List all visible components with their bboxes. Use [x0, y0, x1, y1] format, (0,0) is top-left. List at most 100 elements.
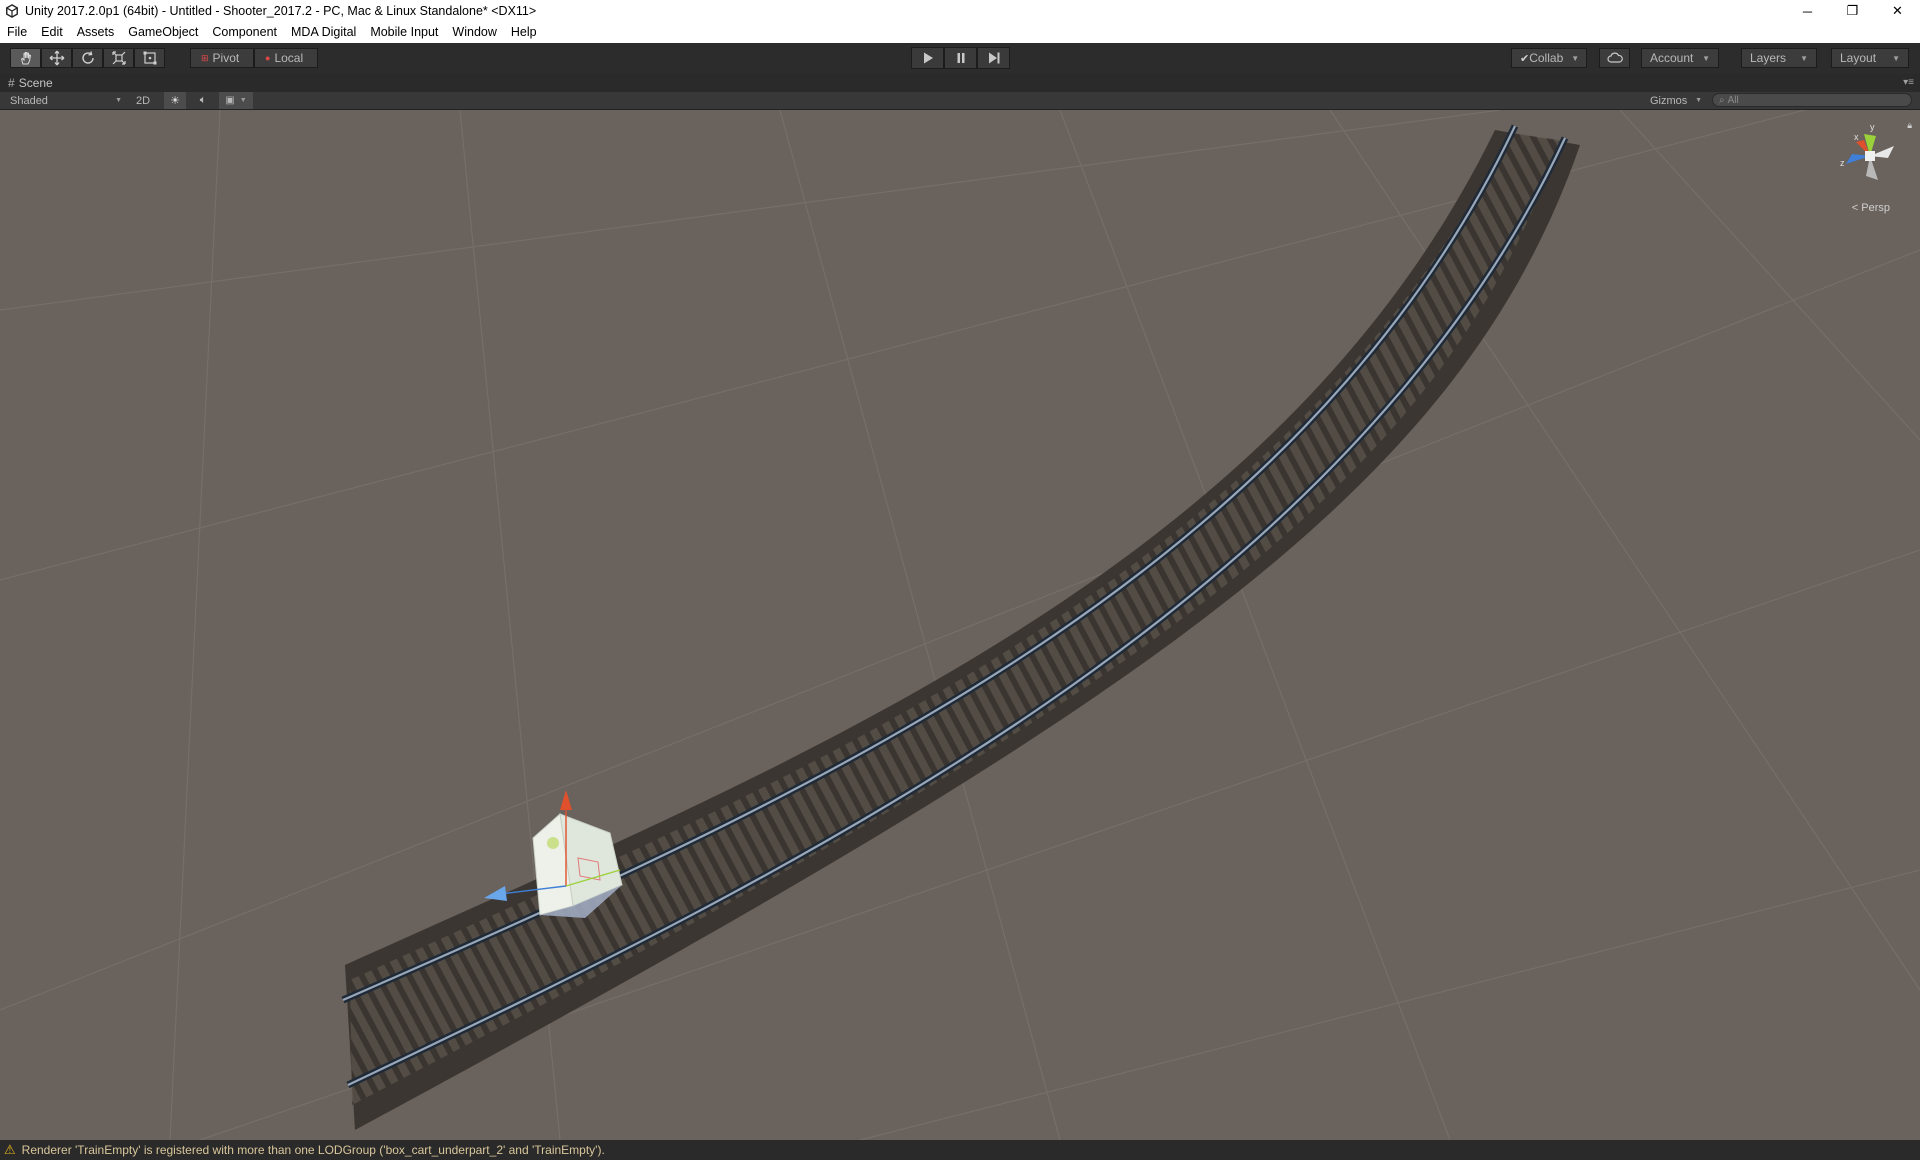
pause-button[interactable]	[944, 47, 977, 69]
collab-label: Collab	[1529, 51, 1564, 65]
hand-icon	[20, 52, 31, 65]
search-placeholder: All	[1727, 94, 1739, 106]
restore-button[interactable]: ❐	[1830, 0, 1875, 22]
effects-dropdown[interactable]: ▣ ▼	[219, 92, 253, 109]
unity-logo-icon	[5, 4, 19, 18]
chevron-down-icon: ▼	[115, 97, 122, 104]
rotate-tool-button[interactable]	[72, 48, 103, 68]
scene-render	[0, 110, 1920, 1140]
pivot-icon: ⊞	[201, 52, 209, 63]
shading-mode-dropdown[interactable]: Shaded ▼	[10, 92, 122, 109]
pause-icon	[957, 53, 964, 63]
rect-tool-button[interactable]	[134, 48, 165, 68]
window-title-bar: Unity 2017.2.0p1 (64bit) - Untitled - Sh…	[0, 0, 1920, 22]
speaker-icon: 🔈︎	[199, 94, 207, 106]
cloud-group	[1599, 48, 1630, 68]
projection-label: Persp	[1861, 202, 1890, 214]
gizmo-label-y: y	[1870, 122, 1875, 132]
search-icon: ⌕	[1719, 94, 1725, 106]
gizmos-dropdown[interactable]: Gizmos ▼	[1650, 92, 1702, 109]
menu-gameobject[interactable]: GameObject	[121, 22, 205, 43]
chevron-down-icon: ▼	[1892, 53, 1900, 63]
chevron-down-icon: ▼	[1695, 97, 1702, 104]
scale-icon	[111, 51, 126, 65]
layout-group: Layout ▼	[1831, 48, 1909, 68]
menu-bar: File Edit Assets GameObject Component MD…	[0, 22, 1920, 43]
sun-icon: ☀	[170, 95, 180, 107]
image-effects-icon: ▣	[225, 95, 235, 106]
account-label: Account	[1650, 51, 1694, 65]
layout-label: Layout	[1840, 51, 1877, 65]
chevron-left-icon: <	[1851, 202, 1859, 214]
menu-mda-digital[interactable]: MDA Digital	[284, 22, 363, 43]
menu-file[interactable]: File	[0, 22, 34, 43]
move-tool-button[interactable]	[41, 48, 72, 68]
menu-help[interactable]: Help	[504, 22, 544, 43]
2d-toggle[interactable]: 2D	[134, 92, 152, 109]
hand-tool-button[interactable]	[10, 48, 41, 68]
pivot-toggle[interactable]: ⊞ Pivot	[190, 48, 254, 68]
step-forward-icon	[988, 52, 999, 64]
move-arrows-icon	[49, 50, 64, 66]
play-button[interactable]	[911, 47, 944, 69]
tab-scene[interactable]: # Scene	[0, 74, 61, 92]
menu-assets[interactable]: Assets	[70, 22, 122, 43]
gizmo-z-arrow[interactable]	[484, 886, 507, 901]
grid-icon: #	[8, 76, 15, 90]
scene-viewport[interactable]: y x z 🔒︎ < Persp	[0, 110, 1920, 1140]
console-status-bar[interactable]: ⚠ Renderer 'TrainEmpty' is registered wi…	[0, 1140, 1920, 1160]
layers-dropdown[interactable]: Layers ▼	[1741, 48, 1817, 68]
transform-tools	[10, 48, 165, 68]
local-globe-icon: ●	[265, 53, 271, 63]
pivot-label: Pivot	[212, 51, 240, 65]
account-group: Account ▼	[1641, 48, 1719, 68]
collab-group: ✔ Collab ▼	[1511, 48, 1587, 68]
lock-icon[interactable]: 🔒︎	[1907, 120, 1912, 131]
2d-label: 2D	[135, 94, 151, 107]
minimize-button[interactable]: ─	[1785, 0, 1830, 22]
projection-toggle[interactable]: < Persp	[1852, 202, 1890, 214]
window-title: Unity 2017.2.0p1 (64bit) - Untitled - Sh…	[25, 4, 537, 18]
chevron-down-icon: ▼	[239, 97, 247, 104]
status-message: Renderer 'TrainEmpty' is registered with…	[21, 1143, 605, 1157]
menu-edit[interactable]: Edit	[34, 22, 70, 43]
menu-mobile-input[interactable]: Mobile Input	[363, 22, 445, 43]
playback-controls	[911, 47, 1010, 69]
play-icon	[923, 52, 933, 64]
rect-transform-icon	[143, 51, 156, 65]
scale-tool-button[interactable]	[103, 48, 134, 68]
rotate-icon	[81, 51, 94, 64]
cloud-button[interactable]	[1599, 48, 1630, 68]
rail-left	[341, 124, 1519, 1004]
pivot-local-group: ⊞ Pivot ● Local	[190, 48, 318, 68]
shading-mode-label: Shaded	[10, 94, 48, 107]
scene-search-input[interactable]: ⌕ All	[1712, 93, 1912, 107]
close-button[interactable]: ✕	[1875, 0, 1920, 22]
ground-grid	[0, 110, 1920, 1140]
layers-label: Layers	[1750, 51, 1787, 65]
chevron-down-icon: ▼	[1800, 53, 1808, 63]
gizmo-y-arrow[interactable]	[560, 790, 572, 810]
cloud-icon	[1606, 52, 1623, 63]
step-button[interactable]	[977, 47, 1010, 69]
gizmos-label: Gizmos	[1650, 94, 1688, 107]
panel-menu-icon[interactable]: ▾≡	[1903, 77, 1914, 88]
collab-dropdown[interactable]: ✔ Collab ▼	[1511, 48, 1587, 68]
chevron-down-icon: ▼	[1702, 53, 1710, 63]
main-toolbar: ⊞ Pivot ● Local ✔ Collab ▼ Account ▼ Lay…	[0, 43, 1920, 74]
account-dropdown[interactable]: Account ▼	[1641, 48, 1719, 68]
gizmo-center-cube[interactable]	[1865, 151, 1875, 161]
local-toggle[interactable]: ● Local	[254, 48, 318, 68]
scene-tab-bar: # Scene ▾≡	[0, 74, 1920, 92]
gizmo-label-x: x	[1854, 132, 1859, 142]
gizmo-label-z: z	[1840, 158, 1845, 168]
layers-group: Layers ▼	[1741, 48, 1817, 68]
audio-toggle[interactable]: 🔈︎	[194, 92, 212, 109]
scene-tab-label: Scene	[18, 76, 53, 90]
menu-component[interactable]: Component	[205, 22, 284, 43]
lighting-toggle[interactable]: ☀	[164, 92, 186, 109]
orientation-gizmo[interactable]: y x z	[1836, 118, 1906, 198]
warning-icon: ⚠	[4, 1142, 16, 1157]
menu-window[interactable]: Window	[445, 22, 503, 43]
layout-dropdown[interactable]: Layout ▼	[1831, 48, 1909, 68]
